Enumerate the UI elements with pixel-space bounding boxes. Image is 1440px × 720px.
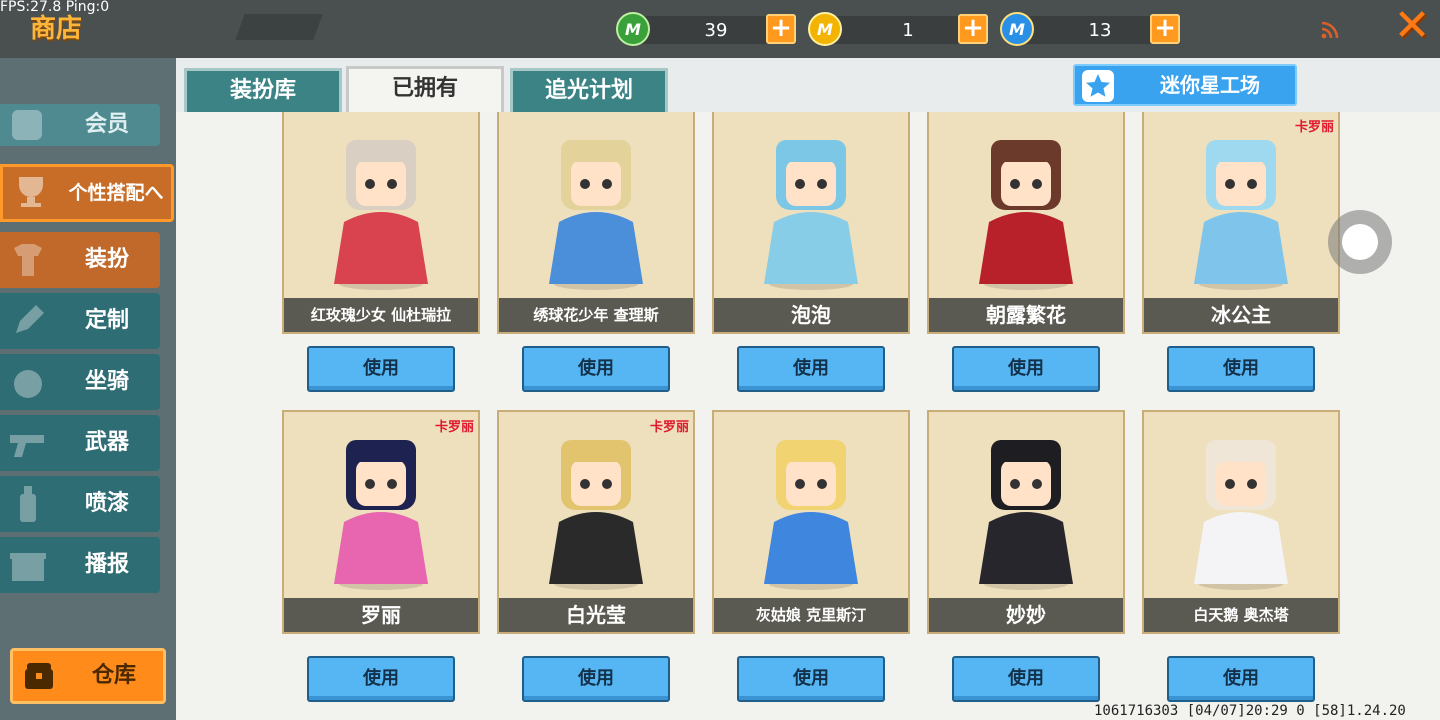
outfit-name: 红玫瑰少女 仙杜瑞拉 bbox=[284, 298, 478, 332]
outfit-name: 妙妙 bbox=[929, 598, 1123, 632]
sidebar-item-label: 个性搭配へ bbox=[68, 182, 164, 204]
use-button[interactable]: 使用 bbox=[1167, 656, 1315, 702]
outfit-name: 泡泡 bbox=[714, 298, 908, 332]
mini-star-studio-button[interactable]: 迷你星工场 bbox=[1073, 64, 1297, 106]
add-currency-button[interactable]: + bbox=[1150, 14, 1180, 44]
sidebar-group-personal[interactable]: 个性搭配へ bbox=[0, 164, 174, 222]
brand-badge: 卡罗丽 bbox=[649, 420, 689, 435]
use-button[interactable]: 使用 bbox=[522, 656, 670, 702]
use-button[interactable]: 使用 bbox=[307, 656, 455, 702]
sidebar: 会员 个性搭配へ 装扮 定制 坐骑 武器 喷漆 播报 bbox=[0, 58, 176, 720]
owned-items-grid: 红玫瑰少女 仙杜瑞拉 使用 绣球花少年 查理斯 使用 泡泡 使用 朝露繁花 使用… bbox=[176, 112, 1440, 720]
character-portrait-icon bbox=[334, 140, 428, 290]
outfit-card[interactable]: 红玫瑰少女 仙杜瑞拉 bbox=[282, 112, 480, 334]
outfit-name: 朝露繁花 bbox=[929, 298, 1123, 332]
character-portrait-icon bbox=[979, 440, 1073, 590]
warehouse-button[interactable]: 仓库 bbox=[10, 648, 166, 704]
sidebar-item-label: 播报 bbox=[84, 552, 129, 577]
sidebar-item-label: 装扮 bbox=[84, 247, 129, 272]
blue-coin-icon: M bbox=[1000, 12, 1034, 46]
sidebar-item-mount[interactable]: 坐骑 bbox=[0, 354, 160, 410]
gift-icon bbox=[10, 553, 46, 581]
use-button[interactable]: 使用 bbox=[307, 346, 455, 392]
brand-badge: 卡罗丽 bbox=[434, 420, 474, 435]
sidebar-item-label: 会员 bbox=[84, 112, 129, 137]
chest-icon bbox=[25, 663, 53, 689]
use-button[interactable]: 使用 bbox=[952, 346, 1100, 392]
outfit-card[interactable]: 白天鹅 奥杰塔 bbox=[1142, 410, 1340, 634]
outfit-name: 罗丽 bbox=[284, 598, 478, 632]
use-button[interactable]: 使用 bbox=[522, 346, 670, 392]
shirt-icon bbox=[14, 244, 42, 276]
green-gem-icon: M bbox=[616, 12, 650, 46]
build-info: 1061716303 [04/07]20:29 0 [58]1.24.20 bbox=[1094, 703, 1406, 719]
character-portrait-icon bbox=[764, 140, 858, 290]
outfit-card[interactable]: 泡泡 bbox=[712, 112, 910, 334]
sidebar-item-label: 喷漆 bbox=[84, 491, 129, 516]
scroll-handle[interactable] bbox=[1328, 210, 1392, 274]
decor-stripe bbox=[235, 14, 305, 40]
pencil-icon bbox=[16, 305, 44, 333]
warehouse-label: 仓库 bbox=[91, 663, 136, 688]
outfit-name: 冰公主 bbox=[1144, 298, 1338, 332]
trophy-icon bbox=[19, 177, 43, 207]
character-portrait-icon bbox=[764, 440, 858, 590]
add-currency-button[interactable]: + bbox=[958, 14, 988, 44]
sidebar-item-label: 定制 bbox=[84, 308, 129, 333]
use-button[interactable]: 使用 bbox=[1167, 346, 1315, 392]
star-icon bbox=[1082, 70, 1114, 102]
brand-badge: 卡罗丽 bbox=[1294, 120, 1334, 135]
outfit-name: 白天鹅 奥杰塔 bbox=[1144, 598, 1338, 632]
character-portrait-icon bbox=[334, 440, 428, 590]
member-icon bbox=[12, 110, 42, 140]
feed-icon[interactable] bbox=[1320, 20, 1340, 40]
sidebar-item-customize[interactable]: 定制 bbox=[0, 293, 160, 349]
add-currency-button[interactable]: + bbox=[766, 14, 796, 44]
character-portrait-icon bbox=[979, 140, 1073, 290]
sidebar-item-weapon[interactable]: 武器 bbox=[0, 415, 160, 471]
outfit-name: 白光莹 bbox=[499, 598, 693, 632]
character-portrait-icon bbox=[549, 140, 643, 290]
sidebar-item-label: 武器 bbox=[84, 430, 129, 455]
tab-outfit-library[interactable]: 装扮库 bbox=[184, 68, 342, 112]
outfit-card[interactable]: 卡罗丽白光莹 bbox=[497, 410, 695, 634]
outfit-card[interactable]: 妙妙 bbox=[927, 410, 1125, 634]
outfit-card[interactable]: 卡罗丽罗丽 bbox=[282, 410, 480, 634]
use-button[interactable]: 使用 bbox=[952, 656, 1100, 702]
page-title: 商店 bbox=[30, 14, 83, 44]
sidebar-item-spray[interactable]: 喷漆 bbox=[0, 476, 160, 532]
close-button[interactable]: ✕ bbox=[1390, 4, 1434, 50]
spray-can-icon bbox=[20, 486, 36, 522]
tab-light-plan[interactable]: 追光计划 bbox=[510, 68, 668, 112]
outfit-card[interactable]: 绣球花少年 查理斯 bbox=[497, 112, 695, 334]
character-portrait-icon bbox=[1194, 440, 1288, 590]
character-portrait-icon bbox=[549, 440, 643, 590]
outfit-card[interactable]: 卡罗丽冰公主 bbox=[1142, 112, 1340, 334]
outfit-card[interactable]: 朝露繁花 bbox=[927, 112, 1125, 334]
studio-label: 迷你星工场 bbox=[1160, 73, 1260, 97]
tab-owned[interactable]: 已拥有 bbox=[346, 66, 504, 112]
outfit-card[interactable]: 灰姑娘 克里斯汀 bbox=[712, 410, 910, 634]
currency-value: 1 bbox=[902, 20, 914, 41]
sidebar-item-broadcast[interactable]: 播报 bbox=[0, 537, 160, 593]
currency-value: 39 bbox=[704, 20, 728, 41]
mount-icon bbox=[14, 370, 42, 398]
gold-coin-icon: M bbox=[808, 12, 842, 46]
gun-icon bbox=[10, 435, 44, 457]
use-button[interactable]: 使用 bbox=[737, 346, 885, 392]
sidebar-item-label: 坐骑 bbox=[84, 369, 129, 394]
character-portrait-icon bbox=[1194, 140, 1288, 290]
outfit-name: 灰姑娘 克里斯汀 bbox=[714, 598, 908, 632]
sidebar-item-outfit[interactable]: 装扮 bbox=[0, 232, 160, 288]
top-bar: FPS:27.8 Ping:0 商店 M 39 + M 1 + M 13 + ✕ bbox=[0, 0, 1440, 58]
sidebar-item-member[interactable]: 会员 bbox=[0, 104, 160, 146]
use-button[interactable]: 使用 bbox=[737, 656, 885, 702]
outfit-name: 绣球花少年 查理斯 bbox=[499, 298, 693, 332]
currency-value: 13 bbox=[1088, 20, 1112, 41]
